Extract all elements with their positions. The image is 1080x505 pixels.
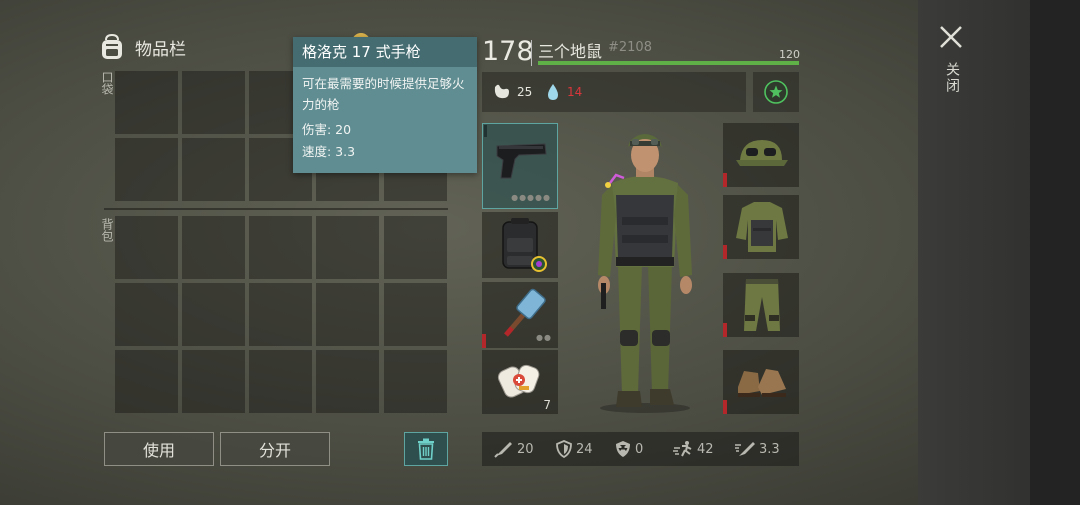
- durability-bar: [723, 323, 727, 337]
- name-separator: [531, 40, 532, 66]
- water-need: 14: [546, 72, 582, 112]
- close-label[interactable]: 关闭: [942, 62, 962, 94]
- pants-icon: [744, 279, 780, 331]
- backpack-slot[interactable]: [182, 350, 245, 413]
- screen-edge: [1030, 0, 1080, 505]
- backpack-icon: [102, 33, 122, 59]
- boots-icon: [738, 369, 786, 397]
- item-tooltip: 格洛克 17 式手枪 可在最需要的时候提供足够火力的枪 伤害: 20 速度: 3…: [293, 37, 477, 173]
- character-model: [598, 134, 692, 413]
- backpack-slot[interactable]: [316, 350, 379, 413]
- stat-speed: 42: [672, 432, 714, 466]
- backpack-slot[interactable]: [115, 350, 178, 413]
- backpack-slot[interactable]: [384, 350, 447, 413]
- durability-bar: [723, 400, 727, 414]
- player-id: #2108: [608, 40, 652, 55]
- medkit-icon: [497, 364, 540, 398]
- backpack-slot-equip[interactable]: [482, 212, 558, 278]
- tooltip-description: 可在最需要的时候提供足够火力的枪: [302, 76, 465, 112]
- needs-panel: 25 14: [482, 72, 746, 112]
- body-armor-slot[interactable]: [723, 195, 799, 259]
- water-drop-icon: [548, 84, 558, 100]
- trash-button[interactable]: [404, 432, 448, 466]
- shield-icon: [556, 440, 572, 458]
- stat-damage-value: 20: [517, 441, 534, 457]
- stat-radiation-value: 0: [635, 441, 644, 457]
- xp-bar: [538, 61, 799, 65]
- durability-bar: [482, 334, 486, 348]
- food-need: 25: [492, 72, 532, 112]
- tooltip-title: 格洛克 17 式手枪: [293, 37, 477, 67]
- pants-slot[interactable]: [723, 273, 799, 337]
- food-value: 25: [517, 85, 533, 99]
- stat-attack-speed: 3.3: [734, 432, 780, 466]
- backpack-slot[interactable]: [115, 216, 178, 279]
- stat-radiation: 0: [614, 432, 643, 466]
- weapon-rarity-dots: ●●●●●: [511, 193, 551, 202]
- backpack-slot[interactable]: [249, 350, 312, 413]
- tactical-backpack-icon: [502, 218, 547, 272]
- stomach-icon: [494, 84, 509, 99]
- inventory-header: 物品栏: [97, 32, 186, 62]
- pocket-label: 口袋: [100, 71, 114, 95]
- xp-bar-fill: [538, 61, 799, 65]
- backpack-slot[interactable]: [384, 216, 447, 279]
- tool-rarity-dots: ●●: [536, 333, 552, 342]
- backpack-slot[interactable]: [182, 216, 245, 279]
- backpack-slot[interactable]: [115, 283, 178, 346]
- weapon-slot[interactable]: ●●●●●: [482, 123, 558, 209]
- stat-defense: 24: [555, 432, 593, 466]
- knife-icon: [494, 442, 512, 458]
- use-button[interactable]: 使用: [104, 432, 214, 466]
- slot-indicator: [484, 125, 487, 137]
- cap-goggles-icon: [736, 140, 788, 166]
- pistol-icon: [496, 143, 547, 179]
- backpack-slot[interactable]: [182, 283, 245, 346]
- player-name: 三个地鼠: [538, 42, 603, 61]
- close-icon[interactable]: [938, 24, 964, 50]
- tooltip-speed: 速度: 3.3: [302, 144, 356, 159]
- player-level: 178: [482, 36, 534, 67]
- medkit-quantity: 7: [543, 398, 551, 412]
- pocket-slot[interactable]: [115, 71, 178, 134]
- stat-speed-value: 42: [697, 441, 714, 457]
- backpack-slot[interactable]: [249, 283, 312, 346]
- water-value: 14: [567, 85, 583, 99]
- durability-bar: [723, 173, 727, 187]
- xp-value: 120: [779, 48, 800, 61]
- swift-knife-icon: [735, 442, 755, 456]
- stat-attack-speed-value: 3.3: [759, 441, 780, 457]
- stats-bar: 20 24 0 42 3.3: [482, 432, 799, 466]
- vest-icon: [736, 202, 788, 252]
- radiation-shield-icon: [616, 441, 630, 457]
- pocket-slot[interactable]: [115, 138, 178, 201]
- durability-bar: [723, 245, 727, 259]
- running-icon: [673, 441, 692, 457]
- boots-slot[interactable]: [723, 350, 799, 414]
- backpack-slot[interactable]: [316, 216, 379, 279]
- star-icon: [764, 80, 788, 104]
- inventory-divider: [104, 208, 448, 210]
- backpack-label: 背包: [100, 218, 114, 242]
- pocket-slot[interactable]: [182, 138, 245, 201]
- inventory-title: 物品栏: [135, 39, 186, 60]
- stat-defense-value: 24: [576, 441, 593, 457]
- split-button[interactable]: 分开: [220, 432, 330, 466]
- trash-icon: [418, 438, 434, 460]
- backpack-slot[interactable]: [384, 283, 447, 346]
- tooltip-damage: 伤害: 20: [302, 122, 352, 137]
- consumable-slot[interactable]: 7: [482, 350, 558, 414]
- favorite-button[interactable]: [753, 72, 799, 112]
- helmet-slot[interactable]: [723, 123, 799, 187]
- backpack-slot[interactable]: [316, 283, 379, 346]
- stat-damage: 20: [494, 432, 534, 466]
- pocket-slot[interactable]: [182, 71, 245, 134]
- backpack-slot[interactable]: [249, 216, 312, 279]
- tool-slot[interactable]: ●●: [482, 282, 558, 348]
